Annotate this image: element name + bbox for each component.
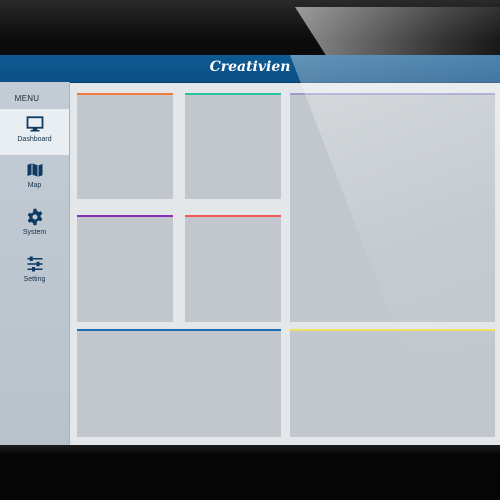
dashboard-tile-blue[interactable]	[77, 329, 281, 437]
gear-icon	[0, 208, 69, 226]
top-bar: Creativien	[0, 55, 500, 83]
brand-logo: Creativien	[209, 59, 291, 75]
sidebar-item-label: Setting	[23, 276, 46, 283]
monitor-icon	[0, 115, 69, 133]
sidebar-item-label: Dashboard	[17, 136, 52, 143]
bezel-reflection	[295, 7, 500, 55]
dashboard-tile-yellow[interactable]	[290, 329, 495, 437]
sidebar-item-dashboard[interactable]: Dashboard	[0, 109, 69, 155]
sidebar: MENU Dashboard Map System Setting	[0, 82, 70, 445]
sidebar-item-system[interactable]: System	[0, 206, 69, 252]
sliders-icon	[0, 255, 69, 273]
tablet-screen: Creativien MENU Dashboard Map System Set…	[0, 55, 500, 445]
sidebar-item-setting[interactable]: Setting	[0, 253, 69, 299]
sidebar-item-label: Map	[27, 182, 42, 189]
menu-label: MENU	[14, 94, 40, 103]
sidebar-item-map[interactable]: Map	[0, 159, 69, 205]
dashboard-tile-red[interactable]	[185, 215, 281, 322]
dashboard-tile-teal[interactable]	[185, 93, 281, 199]
bezel-bottom	[0, 445, 500, 455]
map-icon	[0, 161, 69, 179]
dashboard-tile-purple[interactable]	[77, 215, 173, 322]
dashboard-tile-orange[interactable]	[77, 93, 173, 199]
dashboard-tile-lavender[interactable]	[290, 93, 495, 322]
sidebar-item-label: System	[22, 229, 47, 236]
